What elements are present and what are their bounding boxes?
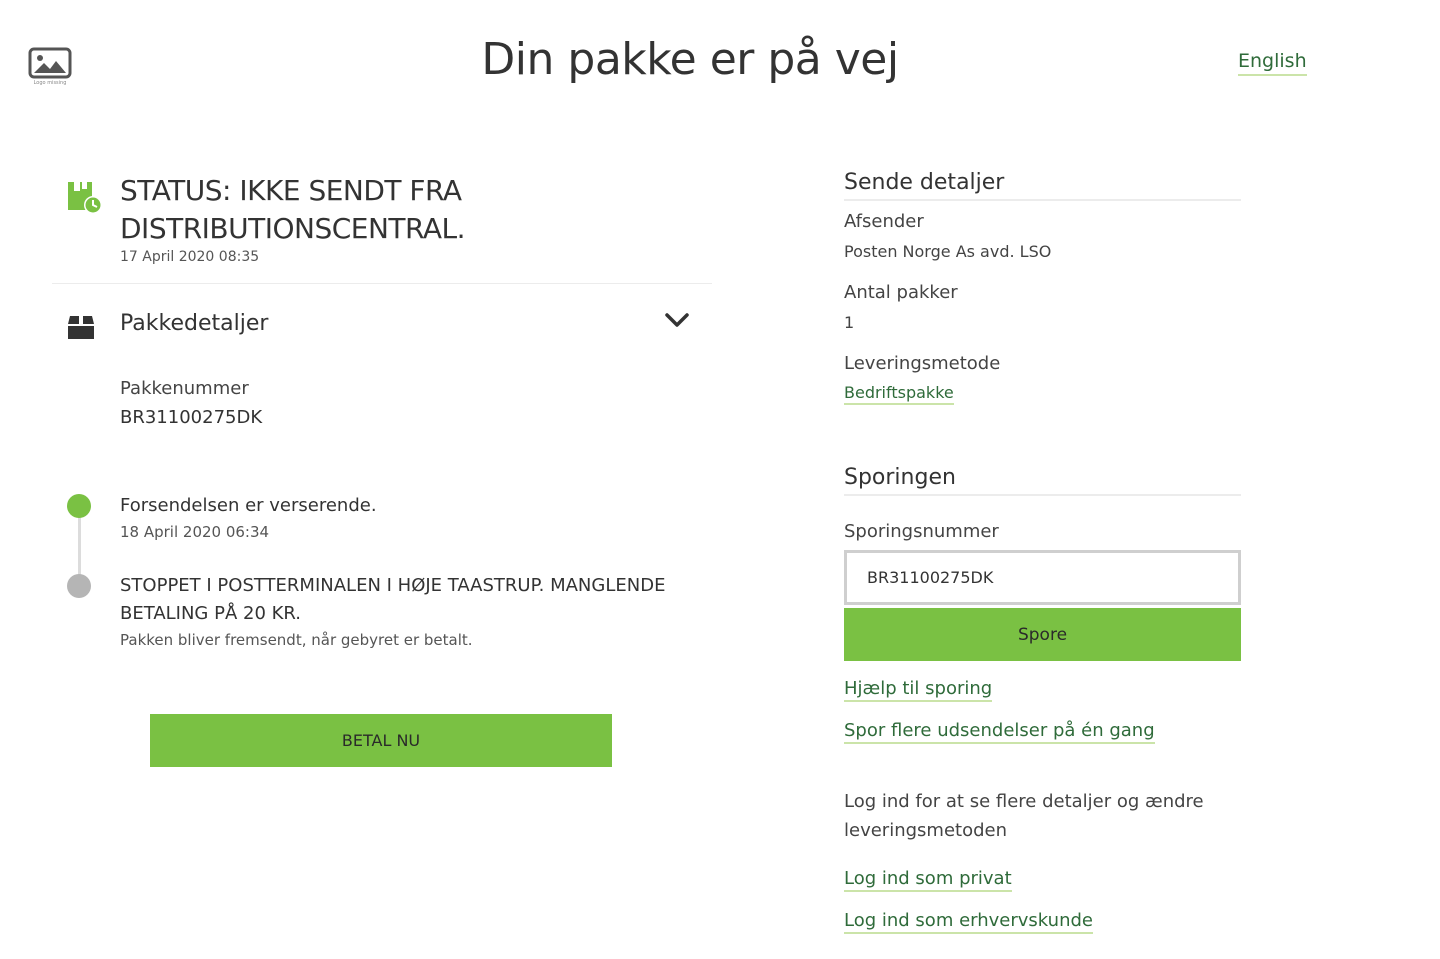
login-business-link[interactable]: Log ind som erhvervskunde [844, 910, 1093, 934]
track-multiple-link[interactable]: Spor flere udsendelser på én gang [844, 720, 1155, 744]
page-title: Din pakke er på vej [481, 34, 899, 85]
timeline-line [78, 516, 81, 578]
login-info-text: Log ind for at se flere detaljer og ændr… [844, 791, 1204, 841]
timeline-event-date: 18 April 2020 06:34 [120, 523, 270, 541]
tracking-number-label: Sporingsnummer [844, 521, 999, 542]
section-divider [844, 199, 1241, 201]
language-link[interactable]: English [1238, 50, 1307, 76]
status-title: STATUS: IKKE SENDT FRA DISTRIBUTIONSCENT… [120, 174, 466, 245]
chevron-down-icon[interactable] [664, 310, 690, 330]
tracking-title: Sporingen [844, 465, 956, 490]
login-private-link[interactable]: Log ind som privat [844, 868, 1012, 892]
timeline-event-title: Forsendelsen er verserende. [120, 495, 377, 516]
delivery-method-label: Leveringsmetode [844, 353, 1001, 374]
package-count-value: 1 [844, 313, 855, 332]
send-details-title: Sende detaljer [844, 170, 1005, 195]
timeline-event-description: Pakken bliver fremsendt, når gebyret er … [120, 631, 473, 649]
delivery-method-link[interactable]: Bedriftspakke [844, 383, 954, 405]
sender-label: Afsender [844, 211, 924, 232]
package-number-value: BR31100275DK [120, 407, 263, 428]
timeline-dot-inactive [67, 574, 91, 598]
package-clock-icon [68, 182, 102, 214]
tracking-help-link[interactable]: Hjælp til sporing [844, 678, 993, 702]
section-divider [844, 494, 1241, 496]
tracking-number-input[interactable] [844, 550, 1241, 605]
package-count-label: Antal pakker [844, 282, 958, 303]
timeline-event-title: STOPPET I POSTTERMINALEN I HØJE TAASTRUP… [120, 575, 666, 624]
timeline-dot-active [67, 494, 91, 518]
package-details-title: Pakkedetaljer [120, 311, 269, 336]
track-button[interactable]: Spore [844, 608, 1241, 661]
status-date: 17 April 2020 08:35 [120, 249, 260, 265]
box-icon [68, 316, 94, 339]
package-number-label: Pakkenummer [120, 378, 249, 399]
sender-value: Posten Norge As avd. LSO [844, 242, 1052, 261]
tracking-page: Logo missing Din pakke er på vej English… [0, 0, 1440, 959]
divider [52, 283, 712, 284]
pay-now-button[interactable]: BETAL NU [150, 714, 612, 767]
